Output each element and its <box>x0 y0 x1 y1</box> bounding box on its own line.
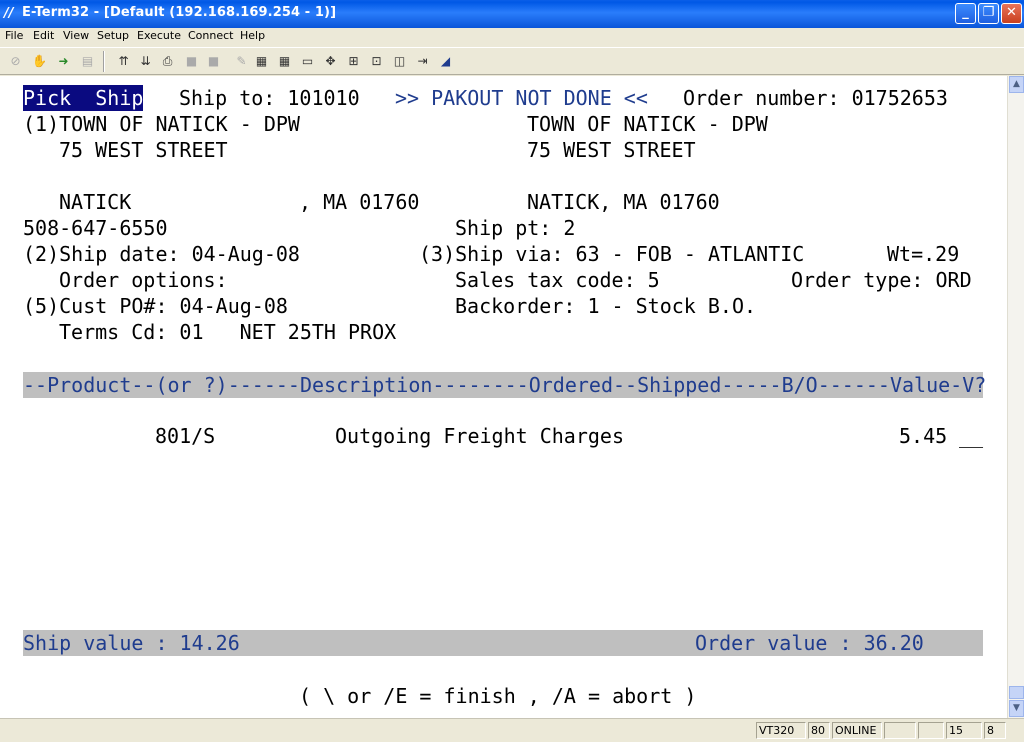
bill-to-city: NATICK <box>59 190 132 214</box>
sales-tax-code: Sales tax code: 5 <box>455 268 660 292</box>
status-pane-blank-1 <box>884 722 916 739</box>
cursor-row: 15 <box>946 722 982 739</box>
ship-value: Ship value : 14.26 <box>23 631 240 655</box>
hand-icon[interactable]: ✋ <box>30 52 49 71</box>
ship-to: Ship to: 101010 <box>179 86 360 110</box>
ship-to-street: 75 WEST STREET <box>527 138 696 162</box>
paste-icon[interactable]: ■ <box>204 52 223 71</box>
emulation-mode: VT320 <box>756 722 806 739</box>
menu-setup[interactable]: Setup <box>97 29 129 42</box>
receive-icon[interactable]: ⊡ <box>367 52 386 71</box>
ship-via: (3)Ship via: 63 - FOB - ATLANTIC <box>419 242 805 266</box>
minimize-button[interactable]: _ <box>955 3 976 24</box>
customer-po: (5)Cust PO#: 04-Aug-08 <box>23 294 288 318</box>
menu-connect[interactable]: Connect <box>188 29 233 42</box>
bill-to-state-zip: , MA 01760 <box>299 190 420 214</box>
log-icon[interactable]: ▦ <box>275 52 294 71</box>
column-count: 80 <box>808 722 830 739</box>
ship-point: Ship pt: 2 <box>455 216 576 240</box>
copy-icon[interactable]: ■ <box>182 52 201 71</box>
window-title: E-Term32 - [Default (192.168.169.254 - 1… <box>22 5 337 20</box>
exit-icon[interactable]: ⇥ <box>413 52 432 71</box>
cursor-column: 8 <box>984 722 1006 739</box>
ship-date: (2)Ship date: 04-Aug-08 <box>23 242 300 266</box>
script-icon[interactable]: ◢ <box>436 52 455 71</box>
pick-ship-title: Pick Ship <box>23 85 144 111</box>
menu-view[interactable]: View <box>63 29 89 42</box>
menu-help[interactable]: Help <box>240 29 265 42</box>
line-item-description: Outgoing Freight Charges <box>335 424 624 448</box>
title-bar: // E-Term32 - [Default (192.168.169.254 … <box>0 0 1024 28</box>
status-pane-blank-2 <box>918 722 944 739</box>
vertical-scrollbar[interactable]: ▲ ▼ <box>1007 76 1024 718</box>
menu-file[interactable]: File <box>5 29 23 42</box>
scroll-down-arrow-icon[interactable]: ▼ <box>1009 700 1024 717</box>
status-bar: VT320 80 ONLINE 15 8 <box>0 718 1024 742</box>
scroll-up-arrow-icon[interactable]: ▲ <box>1009 76 1024 93</box>
connect-icon[interactable]: ➜ <box>54 52 73 71</box>
toolbar: ⊘ ✋ ➜ ▤ ⇈ ⇊ ⎙ ■ ■ ✎ ▦ ▦ ▭ ✥ ⊞ ⊡ ◫ ⇥ ◢ <box>0 47 1024 75</box>
close-button[interactable]: ✕ <box>1001 3 1022 24</box>
connection-status: ONLINE <box>832 722 882 739</box>
order-value: Order value : 36.20 <box>695 631 924 655</box>
eterm-app-icon: // <box>4 6 14 21</box>
phone-number: 508-647-6550 <box>23 216 168 240</box>
print-screen-icon[interactable]: ▤ <box>78 52 97 71</box>
display-icon[interactable]: ▭ <box>298 52 317 71</box>
menu-bar: File Edit View Setup Execute Connect Hel… <box>0 28 1024 46</box>
order-number: Order number: 01752653 <box>683 86 948 110</box>
scroll-thumb[interactable] <box>1009 686 1024 699</box>
order-type: Order type: ORD <box>791 268 972 292</box>
menu-execute[interactable]: Execute <box>137 29 181 42</box>
capture-icon[interactable]: ▦ <box>252 52 271 71</box>
download-icon[interactable]: ⇊ <box>136 52 155 71</box>
upload-icon[interactable]: ⇈ <box>114 52 133 71</box>
weight: Wt=.29 <box>887 242 960 266</box>
bill-to-street: 75 WEST STREET <box>59 138 228 162</box>
line-item-product: 801/S <box>155 424 216 448</box>
column-header: --Product--(or ?)------Description------… <box>23 373 987 397</box>
bill-to-name: (1)TOWN OF NATICK - DPW <box>23 112 300 136</box>
edit-icon[interactable]: ✎ <box>232 52 251 71</box>
restore-button[interactable]: ❐ <box>978 3 999 24</box>
menu-edit[interactable]: Edit <box>33 29 54 42</box>
ship-to-city-state-zip: NATICK, MA 01760 <box>527 190 720 214</box>
line-item-value-input[interactable]: __ <box>959 423 983 449</box>
order-options: Order options: <box>59 268 228 292</box>
target-icon[interactable]: ✥ <box>321 52 340 71</box>
print-icon[interactable]: ⎙ <box>158 52 177 71</box>
disconnect-icon[interactable]: ⊘ <box>6 52 25 71</box>
command-hint: ( \ or /E = finish , /A = abort ) <box>299 684 697 708</box>
toolbar-separator <box>103 51 105 72</box>
macro-icon[interactable]: ◫ <box>390 52 409 71</box>
terminal-screen[interactable]: Pick Ship Ship to: 101010 >> PAKOUT NOT … <box>0 76 1007 718</box>
pakout-status: >> PAKOUT NOT DONE << <box>395 86 648 110</box>
terms-code: Terms Cd: 01 NET 25TH PROX <box>59 320 397 344</box>
line-item-value: 5.45 <box>899 424 948 448</box>
ship-to-name: TOWN OF NATICK - DPW <box>527 112 768 136</box>
backorder: Backorder: 1 - Stock B.O. <box>455 294 757 318</box>
send-icon[interactable]: ⊞ <box>344 52 363 71</box>
